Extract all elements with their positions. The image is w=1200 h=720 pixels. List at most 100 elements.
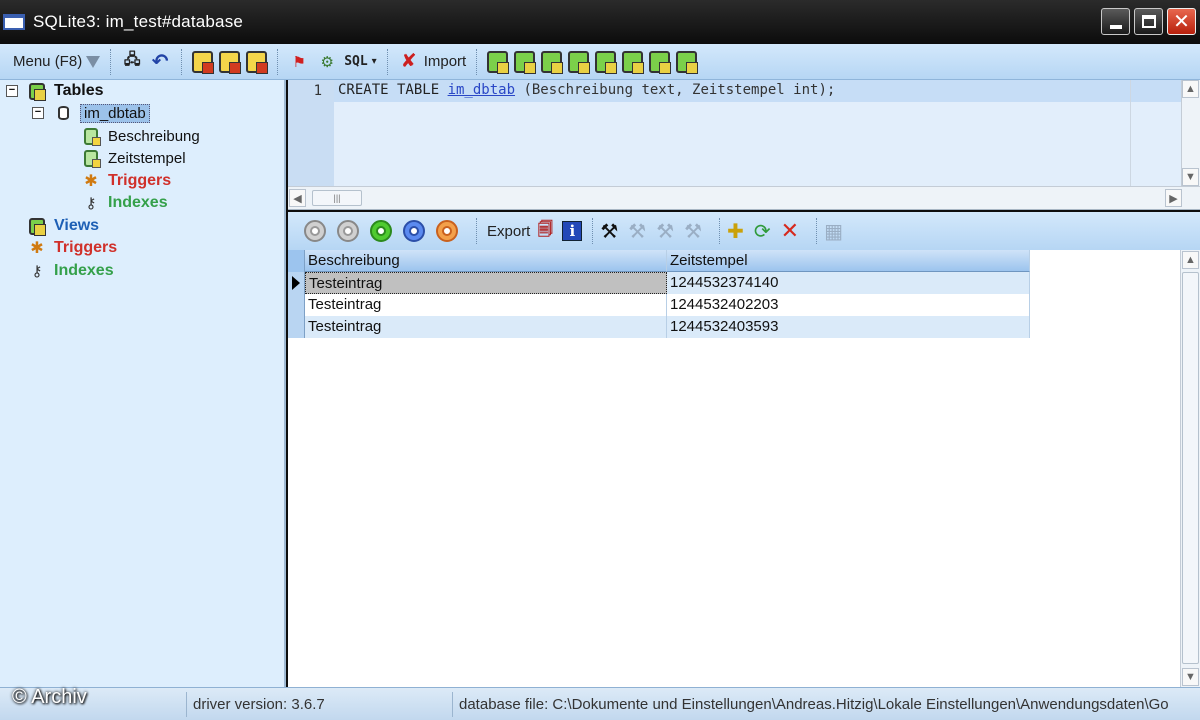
sql-editor[interactable]: 1 CREATE TABLE im_dbtab (Beschreibung te… — [288, 80, 1200, 186]
editor-vertical-scrollbar[interactable]: ▲ ▼ — [1181, 80, 1200, 186]
import-button[interactable]: ✘ Import — [395, 48, 470, 76]
db-action-2-button[interactable] — [511, 48, 538, 76]
previous-record-button[interactable] — [337, 220, 359, 242]
tables-icon — [28, 82, 46, 101]
tools-icon: ⚒ — [656, 220, 675, 243]
tools-disabled-button[interactable]: ⚒ — [628, 219, 646, 244]
scroll-down-icon[interactable]: ▼ — [1182, 168, 1199, 186]
table-cell[interactable]: 1244532374140 — [667, 272, 1030, 294]
export-button[interactable]: Export 🗐 — [484, 217, 559, 245]
toolbar-separator — [386, 48, 388, 75]
table-add-icon — [192, 50, 215, 74]
app-icon — [3, 14, 25, 30]
sql-button[interactable]: SQL ▾ — [341, 48, 380, 76]
scroll-up-icon[interactable]: ▲ — [1182, 251, 1199, 269]
tools-icon: ⚒ — [684, 220, 703, 243]
grid-toolbar: Export 🗐 i ⚒ ⚒ ⚒ ⚒ ✚ ⟳ ✕ ▦ — [288, 212, 1200, 250]
reload-button[interactable]: ⟳ — [754, 219, 771, 244]
db-action-1-button[interactable] — [484, 48, 511, 76]
undo-button[interactable]: ↶ — [146, 48, 174, 76]
tools-disabled-button[interactable]: ⚒ — [684, 219, 702, 244]
editor-horizontal-scrollbar[interactable]: ◀ ||| ▶ — [288, 186, 1200, 210]
row-indicator[interactable] — [288, 272, 305, 294]
table-row[interactable]: Testeintrag 1244532402203 — [288, 294, 1030, 316]
grid-vertical-scrollbar[interactable]: ▲ ▼ — [1180, 250, 1200, 687]
tree-node-table[interactable]: − im_dbtab — [32, 102, 150, 124]
db-action-8-button[interactable] — [673, 48, 700, 76]
export-icon: 🗐 — [537, 220, 553, 238]
table-row[interactable]: Testeintrag 1244532374140 — [288, 272, 1030, 294]
tree-node-table-indexes[interactable]: ⚷ Indexes — [82, 192, 168, 214]
next-record-button[interactable] — [370, 220, 392, 242]
connect-button[interactable]: 🖧 — [118, 48, 146, 76]
last-record-button[interactable] — [403, 220, 425, 242]
first-record-button[interactable] — [304, 220, 326, 242]
db-action-7-button[interactable] — [646, 48, 673, 76]
collapse-icon[interactable]: − — [32, 107, 44, 119]
db-action-5-button[interactable] — [592, 48, 619, 76]
column-header[interactable]: Beschreibung — [305, 250, 667, 272]
table-cell[interactable]: 1244532402203 — [667, 294, 1030, 316]
db-action-4-button[interactable] — [565, 48, 592, 76]
scroll-down-icon[interactable]: ▼ — [1182, 668, 1199, 686]
menu-button[interactable]: Menu (F8) — [10, 48, 103, 76]
query-builder-button[interactable]: ⚙ — [313, 48, 341, 76]
tree-label-table: im_dbtab — [80, 103, 150, 123]
scroll-thumb[interactable] — [1182, 272, 1199, 664]
close-button[interactable]: ✕ — [1167, 8, 1196, 35]
toolbar-separator — [110, 48, 112, 75]
delete-record-button[interactable]: ✕ — [781, 218, 799, 244]
copyright-watermark: © Archiv — [12, 686, 87, 708]
tree-node-table-triggers[interactable]: ✱ Triggers — [82, 170, 171, 192]
next-record-icon — [376, 226, 386, 236]
flag-icon: ⚑ — [292, 53, 306, 71]
info-button[interactable]: i — [559, 217, 585, 245]
tree-node-tables[interactable]: − Tables — [6, 80, 104, 102]
table-cell[interactable]: Testeintrag — [305, 272, 667, 294]
row-indicator[interactable] — [288, 316, 305, 338]
toolbar-separator — [277, 48, 279, 75]
edit-table-button[interactable] — [216, 48, 243, 76]
tree-label-triggers: Triggers — [54, 239, 118, 256]
views-icon — [28, 217, 46, 236]
collapse-icon[interactable]: − — [6, 85, 18, 97]
column-header[interactable]: Zeitstempel — [667, 250, 1030, 272]
status-driver-version: driver version: 3.6.7 — [186, 692, 444, 717]
tree-node-triggers[interactable]: ✱ Triggers — [28, 237, 117, 259]
tree-node-column-2[interactable]: Zeitstempel — [82, 147, 186, 169]
tree-node-views[interactable]: Views — [28, 215, 99, 237]
table-cell[interactable]: Testeintrag — [305, 316, 667, 338]
tools-button[interactable]: ⚒ — [600, 219, 618, 244]
refresh-button[interactable] — [436, 220, 458, 242]
flag-button[interactable]: ⚑ — [285, 48, 313, 76]
network-icon: 🖧 — [123, 51, 141, 68]
code-line[interactable]: CREATE TABLE im_dbtab (Beschreibung text… — [334, 80, 1182, 102]
tree-node-column-1[interactable]: Beschreibung — [82, 125, 200, 147]
maximize-button[interactable] — [1134, 8, 1163, 35]
add-record-button[interactable]: ✚ — [727, 219, 744, 244]
db-action-3-button[interactable] — [538, 48, 565, 76]
db-action-6-button[interactable] — [619, 48, 646, 76]
tools-icon: ⚒ — [628, 220, 647, 243]
minimize-button[interactable] — [1101, 8, 1130, 35]
first-record-icon — [310, 226, 320, 236]
table-row[interactable]: Testeintrag 1244532403593 — [288, 316, 1030, 338]
toolbar-separator — [816, 218, 818, 244]
new-table-button[interactable] — [189, 48, 216, 76]
export-label: Export — [487, 222, 531, 240]
tree-label-views: Views — [54, 217, 100, 234]
add-record-icon: ✚ — [727, 220, 744, 243]
trigger-icon: ✱ — [84, 173, 98, 190]
sql-identifier: im_dbtab — [447, 82, 516, 98]
scroll-thumb[interactable]: ||| — [312, 190, 362, 206]
tools-disabled-button[interactable]: ⚒ — [656, 219, 674, 244]
row-indicator[interactable] — [288, 294, 305, 316]
scroll-left-icon[interactable]: ◀ — [289, 189, 306, 207]
table-cell[interactable]: 1244532403593 — [667, 316, 1030, 338]
scroll-up-icon[interactable]: ▲ — [1182, 80, 1199, 98]
drop-table-button[interactable] — [243, 48, 270, 76]
tree-node-indexes[interactable]: ⚷ Indexes — [28, 260, 114, 282]
table-cell[interactable]: Testeintrag — [305, 294, 667, 316]
grid-view-button[interactable]: ▦ — [824, 219, 843, 244]
scroll-right-icon[interactable]: ▶ — [1165, 189, 1182, 207]
